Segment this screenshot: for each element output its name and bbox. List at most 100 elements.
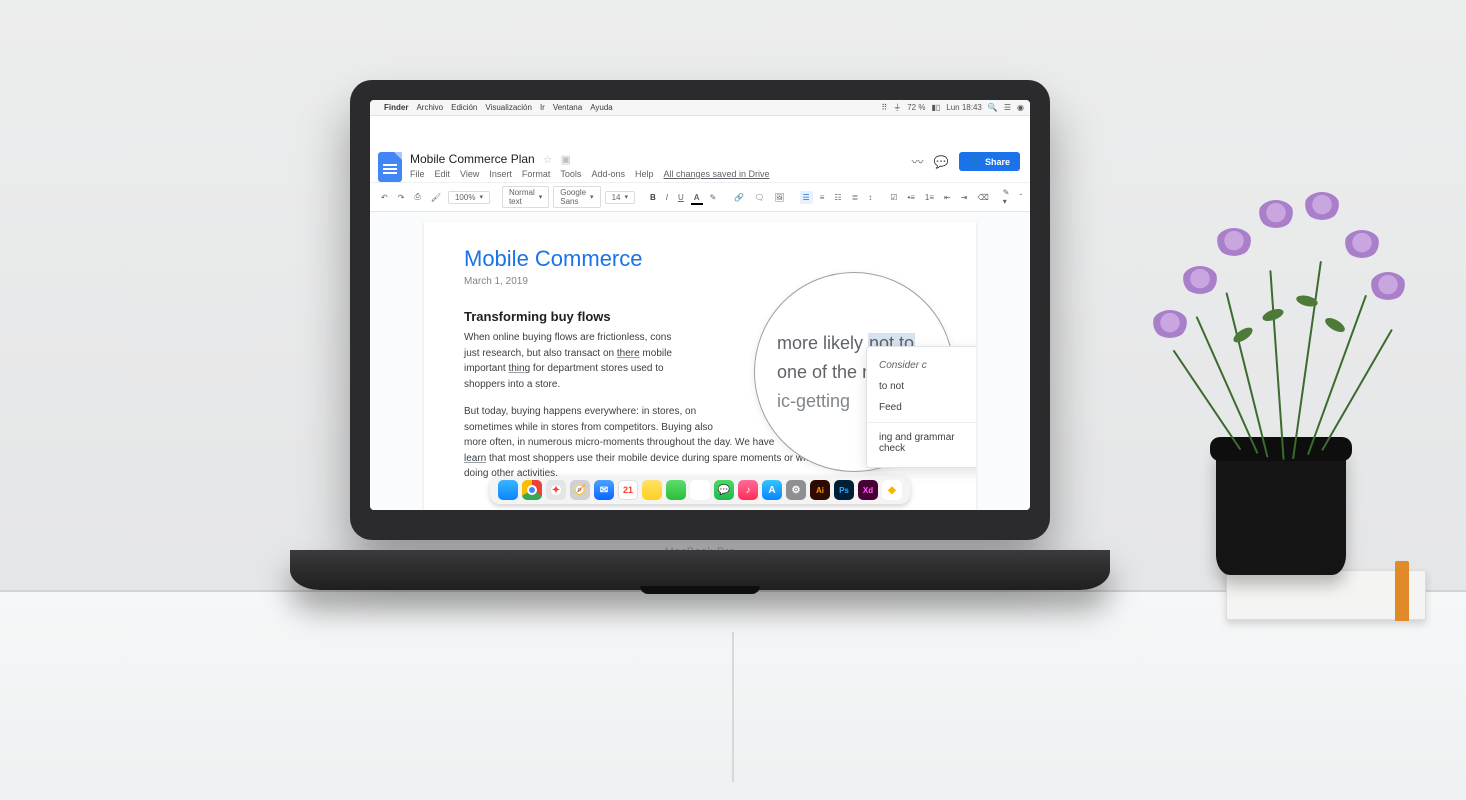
- menu-insert[interactable]: Insert: [489, 169, 512, 179]
- insert-image-icon[interactable]: 🖼: [771, 191, 787, 204]
- align-center-button[interactable]: ≡: [817, 191, 828, 204]
- dock-music-icon[interactable]: ♪: [738, 480, 758, 500]
- activity-icon[interactable]: 〰: [912, 153, 924, 170]
- battery-percent: 72 %: [907, 103, 925, 112]
- suggestion-option[interactable]: to not ›: [867, 376, 976, 397]
- menubar-clock[interactable]: Lun 18:43: [946, 103, 982, 112]
- menubar-item-edicion[interactable]: Edición: [451, 103, 477, 112]
- laptop-screen: Finder Archivo Edición Visualización Ir …: [370, 100, 1030, 510]
- indent-increase-button[interactable]: ⇥: [958, 191, 971, 204]
- menu-help[interactable]: Help: [635, 169, 654, 179]
- font-size-select[interactable]: 14: [605, 191, 635, 204]
- laptop-lid: Finder Archivo Edición Visualización Ir …: [350, 80, 1050, 540]
- checklist-button[interactable]: ☑: [887, 191, 900, 204]
- dock-xd-icon[interactable]: Xd: [858, 480, 878, 500]
- grammar-underline-learn: learn: [464, 453, 486, 464]
- macos-dock: ✦ 🧭 ✉ 21 ✿ 💬 ♪ A ⚙ Ai Ps Xd ◆: [490, 476, 910, 504]
- indent-decrease-button[interactable]: ⇤: [941, 191, 954, 204]
- menubar-status-area: ⠿ ⏚ 72 % ▮▯ Lun 18:43 🔍 ☰ ◉: [881, 102, 1024, 113]
- spotlight-icon[interactable]: 🔍: [988, 103, 998, 112]
- bulleted-list-button[interactable]: •≡: [904, 191, 917, 204]
- menubar-item-ir[interactable]: Ir: [540, 103, 545, 112]
- laptop-base: [290, 550, 1110, 590]
- menu-edit[interactable]: Edit: [435, 169, 451, 179]
- share-person-icon: 👤: [969, 156, 981, 167]
- line-spacing-button[interactable]: ↕: [865, 191, 875, 204]
- doc-heading: Mobile Commerce: [464, 246, 936, 272]
- highlight-color-button[interactable]: ✎: [707, 191, 720, 204]
- dock-mail-icon[interactable]: ✉: [594, 480, 614, 500]
- suggestion-title: Consider c: [879, 360, 927, 371]
- dock-launchpad-icon[interactable]: ✦: [546, 480, 566, 500]
- docs-toolbar: ↶ ↷ ⎙ 🖌 100% Normal text Google Sans 14 …: [370, 182, 1030, 212]
- align-right-button[interactable]: ☷: [831, 191, 844, 204]
- clear-formatting-button[interactable]: ⌫: [974, 191, 991, 204]
- menubar-item-archivo[interactable]: Archivo: [416, 103, 443, 112]
- document-title[interactable]: Mobile Commerce Plan: [410, 152, 535, 166]
- menu-addons[interactable]: Add-ons: [591, 169, 625, 179]
- google-docs-app: Mobile Commerce Plan ☆ ▣ File Edit View …: [370, 146, 1030, 510]
- save-status[interactable]: All changes saved in Drive: [663, 169, 769, 179]
- dock-settings-icon[interactable]: ⚙: [786, 480, 806, 500]
- dock-finder-icon[interactable]: [498, 480, 518, 500]
- dock-photoshop-icon[interactable]: Ps: [834, 480, 854, 500]
- redo-icon[interactable]: ↷: [395, 191, 408, 204]
- suggestion-feedback[interactable]: Feed: [867, 397, 976, 418]
- dock-illustrator-icon[interactable]: Ai: [810, 480, 830, 500]
- menu-tools[interactable]: Tools: [560, 169, 581, 179]
- dock-messages-icon[interactable]: 💬: [714, 480, 734, 500]
- align-left-button[interactable]: ☰: [800, 191, 813, 204]
- docs-header: Mobile Commerce Plan ☆ ▣ File Edit View …: [370, 146, 1030, 182]
- numbered-list-button[interactable]: 1≡: [922, 191, 937, 204]
- font-family-select[interactable]: Google Sans: [553, 186, 600, 208]
- text-color-button[interactable]: A: [691, 191, 703, 204]
- menubar-item-visualizacion[interactable]: Visualización: [485, 103, 532, 112]
- dock-calendar-icon[interactable]: 21: [618, 480, 638, 500]
- plant-pot: [1216, 445, 1346, 575]
- paragraph-style-select[interactable]: Normal text: [502, 186, 549, 208]
- browser-chrome-blank: [370, 116, 1030, 146]
- dock-notes-icon[interactable]: [642, 480, 662, 500]
- underline-button[interactable]: U: [675, 191, 687, 204]
- laptop-notch: [640, 586, 760, 594]
- dock-safari-icon[interactable]: 🧭: [570, 480, 590, 500]
- italic-button[interactable]: I: [663, 191, 671, 204]
- menubar-app-name[interactable]: Finder: [384, 103, 408, 112]
- wifi-icon[interactable]: ⏚: [893, 102, 901, 113]
- macos-menubar: Finder Archivo Edición Visualización Ir …: [370, 100, 1030, 116]
- grammar-underline-there: there: [617, 348, 640, 359]
- editing-mode-button[interactable]: ✎ ▾: [1000, 186, 1013, 208]
- dropbox-icon[interactable]: ⠿: [881, 103, 887, 112]
- insert-link-icon[interactable]: 🔗: [731, 191, 747, 204]
- menu-file[interactable]: File: [410, 169, 425, 179]
- battery-icon[interactable]: ▮▯: [931, 103, 940, 112]
- star-icon[interactable]: ☆: [543, 153, 553, 166]
- menu-format[interactable]: Format: [522, 169, 551, 179]
- paint-format-icon[interactable]: 🖌: [428, 191, 444, 204]
- bold-button[interactable]: B: [647, 191, 659, 204]
- dock-appstore-icon[interactable]: A: [762, 480, 782, 500]
- menubar-item-ayuda[interactable]: Ayuda: [590, 103, 613, 112]
- insert-comment-icon[interactable]: 🗨: [751, 191, 767, 204]
- dock-chrome-icon[interactable]: [522, 480, 542, 500]
- zoom-select[interactable]: 100%: [448, 191, 490, 204]
- undo-icon[interactable]: ↶: [378, 191, 391, 204]
- google-docs-logo-icon[interactable]: [378, 152, 402, 182]
- share-button[interactable]: 👤 Share: [959, 152, 1020, 171]
- document-page[interactable]: Mobile Commerce March 1, 2019 Transformi…: [424, 222, 976, 510]
- dock-reminders-icon[interactable]: [666, 480, 686, 500]
- move-to-folder-icon[interactable]: ▣: [561, 153, 571, 166]
- menubar-item-ventana[interactable]: Ventana: [553, 103, 582, 112]
- menu-view[interactable]: View: [460, 169, 479, 179]
- user-menu-icon[interactable]: ◉: [1017, 103, 1024, 112]
- comments-icon[interactable]: 💬: [934, 155, 949, 169]
- book: [1226, 570, 1426, 620]
- suggestion-footer[interactable]: ing and grammar check ⌘+Option+X: [867, 427, 976, 459]
- grammar-underline-thing: thing: [508, 363, 530, 374]
- print-icon[interactable]: ⎙: [411, 190, 423, 204]
- dock-sketch-icon[interactable]: ◆: [882, 480, 902, 500]
- hide-menus-button[interactable]: ˆ: [1016, 191, 1025, 204]
- dock-photos-icon[interactable]: ✿: [690, 480, 710, 500]
- align-justify-button[interactable]: ≣: [849, 191, 862, 204]
- notification-center-icon[interactable]: ☰: [1004, 103, 1011, 112]
